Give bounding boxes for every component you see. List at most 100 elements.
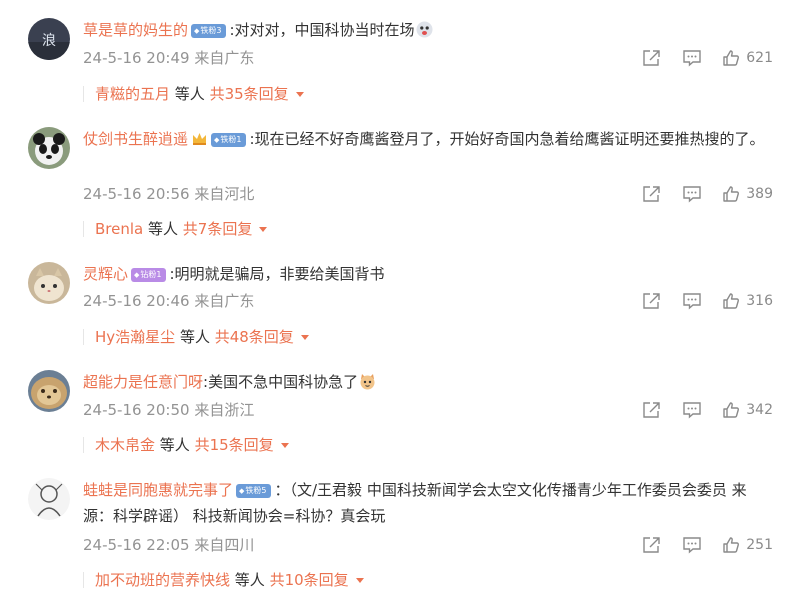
location: 来自河北 [194,185,255,203]
reply-connector: 等人 [170,85,210,103]
timestamp: 24-5-16 20:50 [83,401,190,419]
like-button[interactable]: 316 [722,292,773,310]
reply-user[interactable]: 青糍的五月 [95,85,170,103]
comment-icon [683,293,701,310]
share-button[interactable] [642,292,662,310]
diamond-icon: ◆ [194,27,200,35]
caret-down-icon[interactable] [259,227,268,232]
reply-divider [83,221,84,237]
avatar[interactable] [28,370,70,412]
comment-actions: 389 [642,183,773,205]
reply-count[interactable]: 共7条回复 [183,220,253,238]
reply-summary[interactable]: 加不动班的营养快线 等人 共10条回复 [83,569,364,591]
comment-meta: 24-5-16 22:05 来自四川 [83,535,254,555]
cat-face-emoji [359,372,376,390]
avatar[interactable] [28,478,70,520]
reply-user[interactable]: 加不动班的营养快线 [95,571,230,589]
comment-actions: 316 [642,290,773,312]
comment-line: 灵辉心 ◆钻粉1:明明就是骗局，非要给美国背书 [83,261,771,287]
username-link[interactable]: 超能力是任意门呀 [83,373,203,391]
reply-count[interactable]: 共35条回复 [210,85,289,103]
comment-button[interactable] [682,401,702,419]
reply-summary[interactable]: Hy浩瀚星尘 等人 共48条回复 [83,326,309,348]
share-button[interactable] [642,49,662,67]
comment-button[interactable] [682,49,702,67]
comment-button[interactable] [682,536,702,554]
location: 来自浙江 [194,401,255,419]
share-button[interactable] [642,536,662,554]
reply-divider [83,437,84,453]
reply-connector: 等人 [155,436,195,454]
comment-icon [683,50,701,67]
like-button[interactable]: 251 [722,536,773,554]
comment-line: 蛙蛙是同胞惠就完事了 ◆铁粉5 ：（文/王君毅 中国科技新闻学会太空文化传播青少年工… [83,477,771,529]
comment-text: :明明就是骗局，非要给美国背书 [169,265,385,283]
fan-badge[interactable]: ◆铁粉1 [211,133,246,147]
comment-meta: 24-5-16 20:49 来自广东 [83,48,254,68]
reply-user[interactable]: 木木帛金 [95,436,155,454]
reply-divider [83,572,84,588]
comment-button[interactable] [682,185,702,203]
svg-text:浪: 浪 [42,33,56,49]
comment-icon [683,186,701,203]
diamond-icon: ◆ [239,487,245,495]
username-link[interactable]: 蛙蛙是同胞惠就完事了 [83,481,233,499]
share-button[interactable] [642,185,662,203]
avatar[interactable] [28,127,70,169]
like-count: 342 [746,402,773,418]
username-link[interactable]: 草是草的妈生的 [83,21,188,39]
caret-down-icon[interactable] [355,578,364,583]
reply-divider [83,329,84,345]
like-button[interactable]: 389 [722,185,773,203]
timestamp: 24-5-16 20:49 [83,49,190,67]
comment-text: :现在已经不好奇鹰酱登月了，开始好奇国内急着给鹰酱证明还要推热搜的了。 [249,130,765,148]
reply-connector: 等人 [230,571,270,589]
comment-button[interactable] [682,292,702,310]
reply-count[interactable]: 共15条回复 [195,436,274,454]
comment-icon [683,402,701,419]
comment-actions: 342 [642,399,773,421]
caret-down-icon[interactable] [280,443,289,448]
reply-user[interactable]: Brenla [95,220,143,238]
comment-line: 仗剑书生醉逍遥 ◆铁粉1:现在已经不好奇鹰酱登月了，开始好奇国内急着给鹰酱证明还要… [83,126,771,152]
avatar[interactable] [28,262,70,304]
like-button[interactable]: 621 [722,49,773,67]
like-icon [723,186,740,202]
caret-down-icon[interactable] [295,92,304,97]
timestamp: 24-5-16 20:46 [83,292,190,310]
reply-summary[interactable]: Brenla 等人 共7条回复 [83,218,268,240]
fan-badge[interactable]: ◆铁粉5 [236,484,271,498]
timestamp: 24-5-16 20:56 [83,185,190,203]
reply-connector: 等人 [143,220,183,238]
like-count: 316 [746,293,773,309]
fan-badge[interactable]: ◆铁粉3 [191,24,226,38]
comment-meta: 24-5-16 20:56 来自河北 [83,184,254,204]
like-icon [723,50,740,66]
share-icon [643,186,660,202]
reply-count[interactable]: 共10条回复 [270,571,349,589]
reply-summary[interactable]: 青糍的五月 等人 共35条回复 [83,83,304,105]
caret-down-icon[interactable] [300,335,309,340]
reply-user[interactable]: Hy浩瀚星尘 [95,328,175,346]
comment-icon [683,537,701,554]
reply-divider [83,86,84,102]
comment-actions: 251 [642,534,773,556]
avatar[interactable]: 浪 [28,18,70,60]
like-button[interactable]: 342 [722,401,773,419]
cheeky-face-emoji [416,20,433,38]
reply-connector: 等人 [175,328,215,346]
diamond-icon: ◆ [134,271,140,279]
share-icon [643,537,660,553]
reply-count[interactable]: 共48条回复 [215,328,294,346]
share-button[interactable] [642,401,662,419]
timestamp: 24-5-16 22:05 [83,536,190,554]
reply-summary[interactable]: 木木帛金 等人 共15条回复 [83,434,289,456]
fan-badge[interactable]: ◆钻粉1 [131,268,166,282]
username-link[interactable]: 仗剑书生醉逍遥 [83,130,188,148]
like-count: 621 [746,50,773,66]
share-icon [643,402,660,418]
location: 来自四川 [194,536,255,554]
comment-meta: 24-5-16 20:46 来自广东 [83,291,254,311]
username-link[interactable]: 灵辉心 [83,265,128,283]
crown-icon [191,129,208,146]
